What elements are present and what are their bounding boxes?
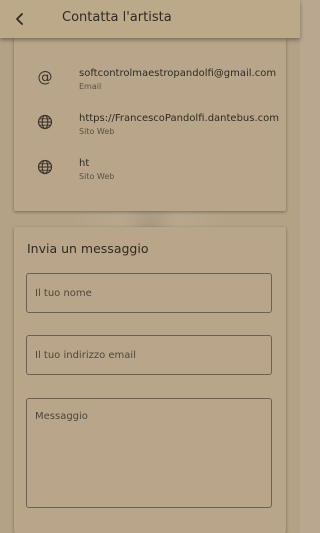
app-bar: Contatta l'artista	[0, 0, 300, 38]
contact-website-row-2[interactable]: ht Sito Web	[14, 158, 286, 198]
email-input[interactable]	[26, 335, 272, 375]
contact-website-label-2: Sito Web	[79, 172, 115, 181]
message-textarea[interactable]	[26, 398, 272, 508]
contact-website-value-2[interactable]: ht	[79, 158, 89, 169]
message-form-title: Invia un messaggio	[27, 241, 149, 256]
back-button[interactable]	[8, 7, 32, 31]
contact-email-label: Email	[79, 82, 102, 91]
arrow-left-icon	[16, 13, 23, 25]
contact-website-label: Sito Web	[79, 127, 115, 136]
contact-email-row[interactable]: @ softcontrolmaestropandolfi@gmail.com E…	[14, 68, 286, 108]
contact-website-value[interactable]: https://FrancescoPandolfi.dantebus.com	[79, 113, 279, 124]
name-input[interactable]	[26, 273, 272, 313]
contact-email-value[interactable]: softcontrolmaestropandolfi@gmail.com	[79, 68, 276, 79]
globe-icon	[36, 158, 54, 176]
contact-website-row[interactable]: https://FrancescoPandolfi.dantebus.com S…	[14, 113, 286, 153]
message-card: Invia un messaggio	[14, 227, 286, 533]
page-title: Contatta l'artista	[62, 10, 172, 25]
at-icon: @	[37, 67, 53, 86]
contacts-card: @ softcontrolmaestropandolfi@gmail.com E…	[14, 38, 286, 211]
globe-icon	[36, 113, 54, 131]
